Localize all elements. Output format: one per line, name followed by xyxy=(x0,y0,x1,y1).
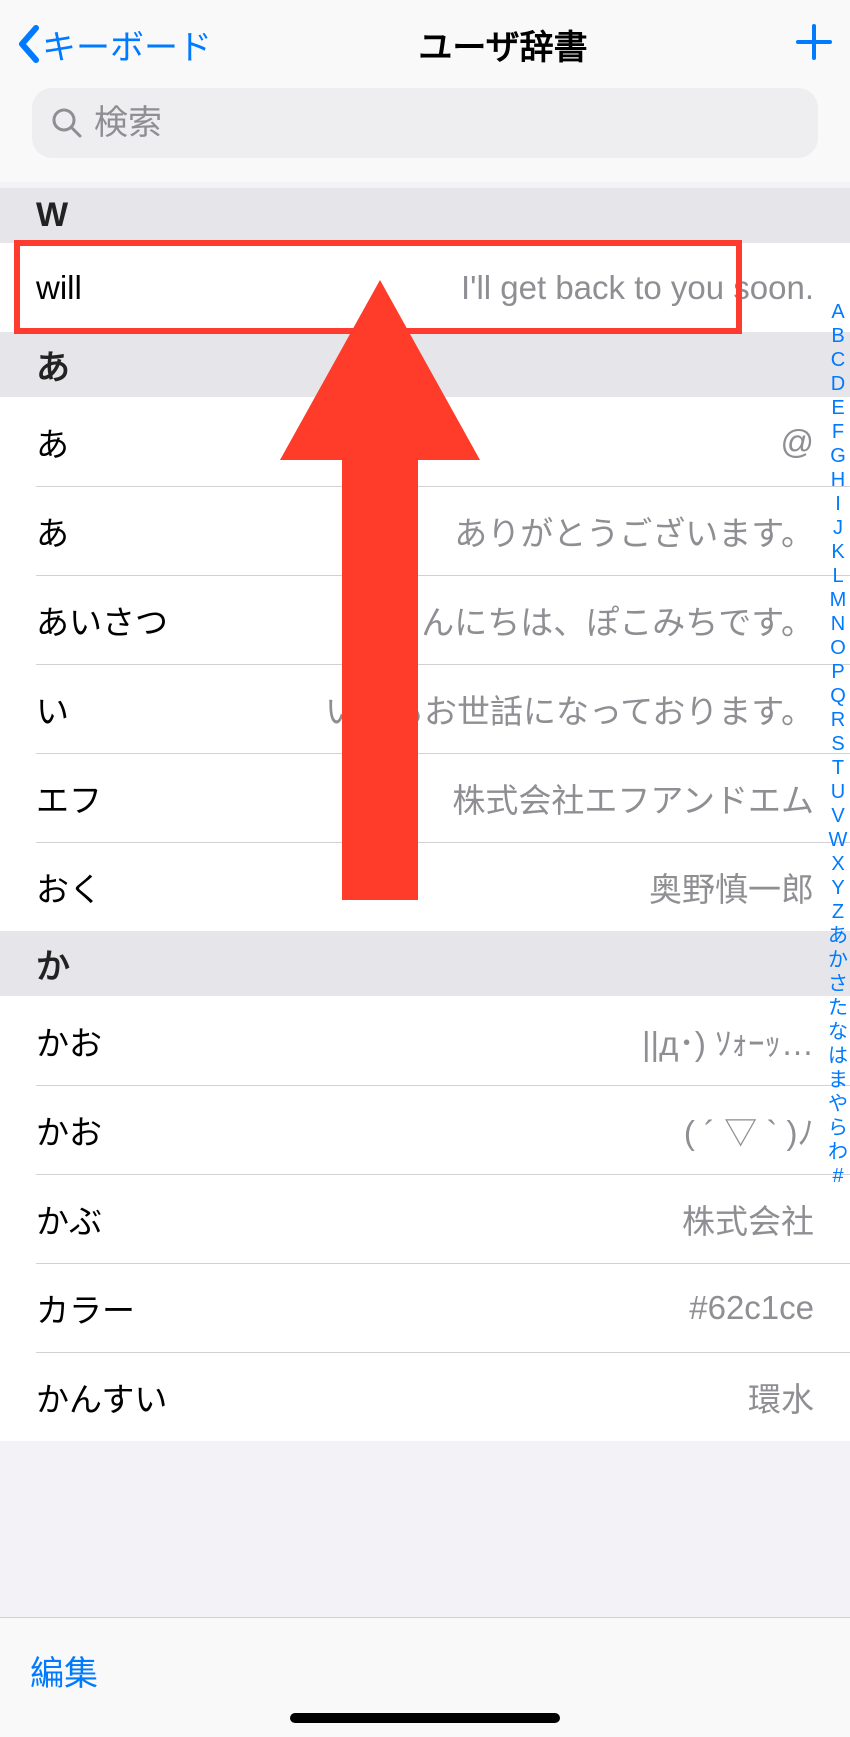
index-letter[interactable]: X xyxy=(831,852,844,876)
entry-phrase: 株式会社エフアンドエム xyxy=(452,774,814,822)
dictionary-entry[interactable]: カラー #62c1ce xyxy=(0,1263,850,1352)
section-header: か xyxy=(0,931,850,996)
index-letter[interactable]: H xyxy=(831,468,845,492)
page-title: ユーザ辞書 xyxy=(418,20,587,69)
dictionary-entry[interactable]: エフ 株式会社エフアンドエム xyxy=(0,753,850,842)
index-letter[interactable]: P xyxy=(831,660,844,684)
index-letter[interactable]: L xyxy=(832,564,843,588)
entry-shortcut: かぶ xyxy=(36,1195,102,1243)
index-letter[interactable]: ら xyxy=(828,1116,848,1140)
dictionary-entry[interactable]: おく 奥野慎一郎 xyxy=(0,842,850,931)
index-letter[interactable]: や xyxy=(828,1092,848,1116)
section-header: あ xyxy=(0,332,850,397)
section-header: W xyxy=(0,188,850,243)
dictionary-entry[interactable]: will I'll get back to you soon. xyxy=(0,243,850,332)
entry-shortcut: will xyxy=(36,269,82,307)
index-letter[interactable]: B xyxy=(831,324,844,348)
entry-phrase: @ xyxy=(781,423,815,461)
search-field[interactable] xyxy=(32,88,818,158)
index-letter[interactable]: R xyxy=(831,708,845,732)
index-letter[interactable]: G xyxy=(830,444,846,468)
index-letter[interactable]: Y xyxy=(831,876,844,900)
index-letter[interactable]: た xyxy=(828,996,848,1020)
search-input[interactable] xyxy=(94,104,800,143)
index-letter[interactable]: I xyxy=(835,492,841,516)
entry-shortcut: かお xyxy=(36,1017,102,1065)
index-letter[interactable]: U xyxy=(831,780,845,804)
index-letter[interactable]: T xyxy=(832,756,844,780)
search-icon xyxy=(50,106,84,140)
entry-phrase: 株式会社 xyxy=(682,1195,814,1243)
index-letter[interactable]: Z xyxy=(832,900,844,924)
dictionary-entry[interactable]: あいさつ こんにちは、ぽこみちです。 xyxy=(0,575,850,664)
dictionary-entry[interactable]: かんすい 環水 xyxy=(0,1352,850,1441)
dictionary-entry[interactable]: かぶ 株式会社 xyxy=(0,1174,850,1263)
index-letter[interactable]: S xyxy=(831,732,844,756)
dictionary-entry[interactable]: かお ||д･) ｿｫｰｯ… xyxy=(0,996,850,1085)
entry-phrase: ||д･) ｿｫｰｯ… xyxy=(642,1017,814,1065)
back-label: キーボード xyxy=(42,20,212,69)
entry-phrase: I'll get back to you soon. xyxy=(461,269,814,307)
entry-phrase: 環水 xyxy=(748,1373,814,1421)
index-letter[interactable]: わ xyxy=(828,1140,848,1164)
add-button[interactable] xyxy=(794,22,834,67)
index-letter[interactable]: N xyxy=(831,612,845,636)
index-letter[interactable]: か xyxy=(828,948,848,972)
entry-phrase: ありがとうございます。 xyxy=(454,507,814,555)
index-letter[interactable]: K xyxy=(831,540,844,564)
home-indicator xyxy=(290,1713,560,1723)
entry-shortcut: あ xyxy=(36,507,69,555)
dictionary-entry[interactable]: い いつもお世話になっております。 xyxy=(0,664,850,753)
index-letter[interactable]: D xyxy=(831,372,845,396)
dictionary-list[interactable]: WwillI'll get back to you soon.ああ@あありがとう… xyxy=(0,188,850,1617)
index-letter[interactable]: E xyxy=(831,396,844,420)
nav-bar: キーボード ユーザ辞書 xyxy=(0,0,850,88)
dictionary-entry[interactable]: あ@ xyxy=(0,397,850,486)
index-letter[interactable]: O xyxy=(830,636,846,660)
section-index[interactable]: ABCDEFGHIJKLMNOPQRSTUVWXYZあかさたなはまやらわ# xyxy=(828,300,848,1188)
index-letter[interactable]: Q xyxy=(830,684,846,708)
entry-phrase: ( ´ ▽ ` )ﾉ xyxy=(684,1106,814,1154)
entry-shortcut: カラー xyxy=(36,1284,135,1332)
dictionary-entry[interactable]: かお ( ´ ▽ ` )ﾉ xyxy=(0,1085,850,1174)
chevron-left-icon xyxy=(16,24,40,64)
entry-phrase: 奥野慎一郎 xyxy=(649,863,814,911)
plus-icon xyxy=(794,22,834,62)
entry-shortcut: い xyxy=(36,685,69,733)
entry-phrase: #62c1ce xyxy=(689,1289,814,1327)
index-letter[interactable]: さ xyxy=(828,972,848,996)
index-letter[interactable]: F xyxy=(832,420,844,444)
index-letter[interactable]: な xyxy=(828,1020,848,1044)
search-container xyxy=(0,88,850,182)
dictionary-entry[interactable]: あ ありがとうございます。 xyxy=(0,486,850,575)
index-letter[interactable]: V xyxy=(831,804,844,828)
entry-shortcut: あいさつ xyxy=(36,596,168,644)
index-letter[interactable]: A xyxy=(831,300,844,324)
index-letter[interactable]: W xyxy=(829,828,848,852)
index-letter[interactable]: M xyxy=(830,588,847,612)
entry-shortcut: あ xyxy=(36,418,69,466)
entry-shortcut: かんすい xyxy=(36,1373,167,1421)
entry-shortcut: おく xyxy=(36,863,102,911)
edit-button[interactable]: 編集 xyxy=(30,1646,98,1695)
index-letter[interactable]: C xyxy=(831,348,845,372)
entry-phrase: こんにちは、ぽこみちです。 xyxy=(388,596,814,644)
index-letter[interactable]: ま xyxy=(828,1068,848,1092)
back-button[interactable]: キーボード xyxy=(16,20,212,69)
index-letter[interactable]: あ xyxy=(828,924,848,948)
entry-shortcut: かお xyxy=(36,1106,102,1154)
index-letter[interactable]: は xyxy=(828,1044,848,1068)
index-letter[interactable]: J xyxy=(833,516,843,540)
entry-shortcut: エフ xyxy=(36,774,102,822)
index-letter[interactable]: # xyxy=(832,1164,843,1188)
entry-phrase: いつもお世話になっております。 xyxy=(325,685,814,733)
